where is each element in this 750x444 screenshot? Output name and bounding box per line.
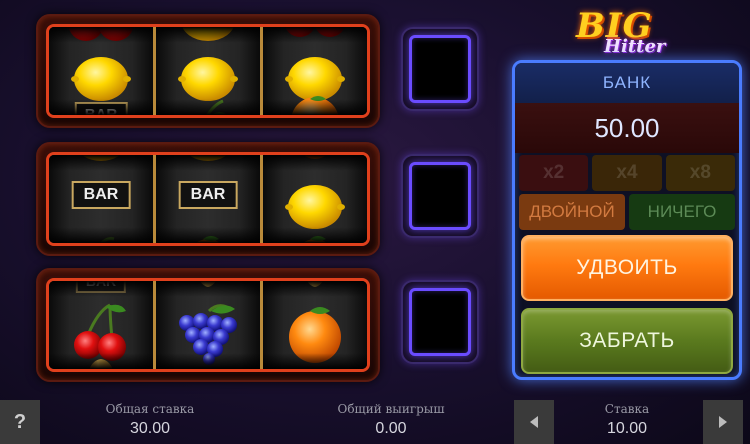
cherry-icon [68,27,134,41]
bet-label: Ставка [604,402,650,416]
orange-icon [196,236,220,243]
total-bet-label: Общая ставка [105,402,195,416]
reel-3 [263,281,367,369]
total-win-value: 0.00 [375,420,407,437]
reel-window: BAR [46,278,370,372]
double-choice: ДВОЙНОЙ [519,194,625,230]
lemon-icon [71,57,131,101]
total-win-label: Общий выигрыш [337,402,445,416]
total-bet: Общая ставка 30.00 [70,402,230,438]
multiplier-x8: x8 [665,155,735,191]
bet-value: 10.00 [606,420,648,437]
arrow-left-icon [530,416,538,428]
multiplier-x4: x4 [592,155,662,191]
reel-2 [156,27,263,115]
orange-icon [303,236,327,243]
reel-1: BAR [49,281,156,369]
reel-2 [156,281,263,369]
take-button[interactable]: ЗАБРАТЬ [521,308,733,374]
lemon-icon [82,155,120,161]
bank-value: 50.00 [515,103,739,153]
reel-row-1: BAR [36,14,380,128]
multiplier-x2: x2 [519,155,589,191]
reel-row-3: BAR [36,268,380,382]
lemon-icon [280,351,350,372]
game-logo: BIG Hitter [570,6,690,62]
orange-icon [291,96,339,115]
reel-3 [263,27,367,115]
cherry-stem-icon [205,99,228,115]
side-slot-1 [401,27,479,111]
bet: Ставка 10.00 [547,402,707,438]
lemon-icon [182,27,234,41]
reel-window: BAR BAR [46,152,370,246]
bar-icon: BAR [71,181,131,209]
reel-1: BAR [49,27,156,115]
double-button[interactable]: УДВОИТЬ [521,235,733,301]
side-slot-window [409,288,471,356]
reel-2: BAR [156,155,263,243]
bar-icon: BAR [178,181,238,209]
side-slot-window [409,162,471,230]
multiplier-row: x2 x4 x8 [519,155,735,191]
total-bet-value: 30.00 [129,420,171,437]
side-slot-2 [401,154,479,238]
reel-window: BAR [46,24,370,118]
gamble-panel: БАНК 50.00 x2 x4 x8 ДВОЙНОЙ НИЧЕГО УДВОИ… [512,60,742,380]
arrow-right-icon [719,416,727,428]
lemon-icon [189,155,227,161]
bell-icon [89,359,113,369]
side-slot-window [409,35,471,103]
choice-row: ДВОЙНОЙ НИЧЕГО [519,194,735,230]
cherry-icon [285,27,345,37]
bell-icon [200,281,216,287]
bar-icon: BAR [75,281,127,293]
side-slot-3 [401,280,479,364]
bar-icon: BAR [74,102,128,115]
reel-3 [263,155,367,243]
bell-icon [307,281,323,287]
orange-icon [303,155,327,159]
logo-hitter: Hitter [604,36,666,57]
reel-1: BAR [49,155,156,243]
bottom-bar: ? Общая ставка 30.00 Общий выигрыш 0.00 … [0,400,750,444]
reel-row-2: BAR BAR [36,142,380,256]
bank-label: БАНК [515,63,739,103]
lemon-icon [173,351,243,372]
bet-increase-button[interactable] [703,400,743,444]
grapes-icon [99,237,115,243]
help-button[interactable]: ? [0,400,40,444]
total-win: Общий выигрыш 0.00 [311,402,471,438]
nothing-choice: НИЧЕГО [629,194,735,230]
